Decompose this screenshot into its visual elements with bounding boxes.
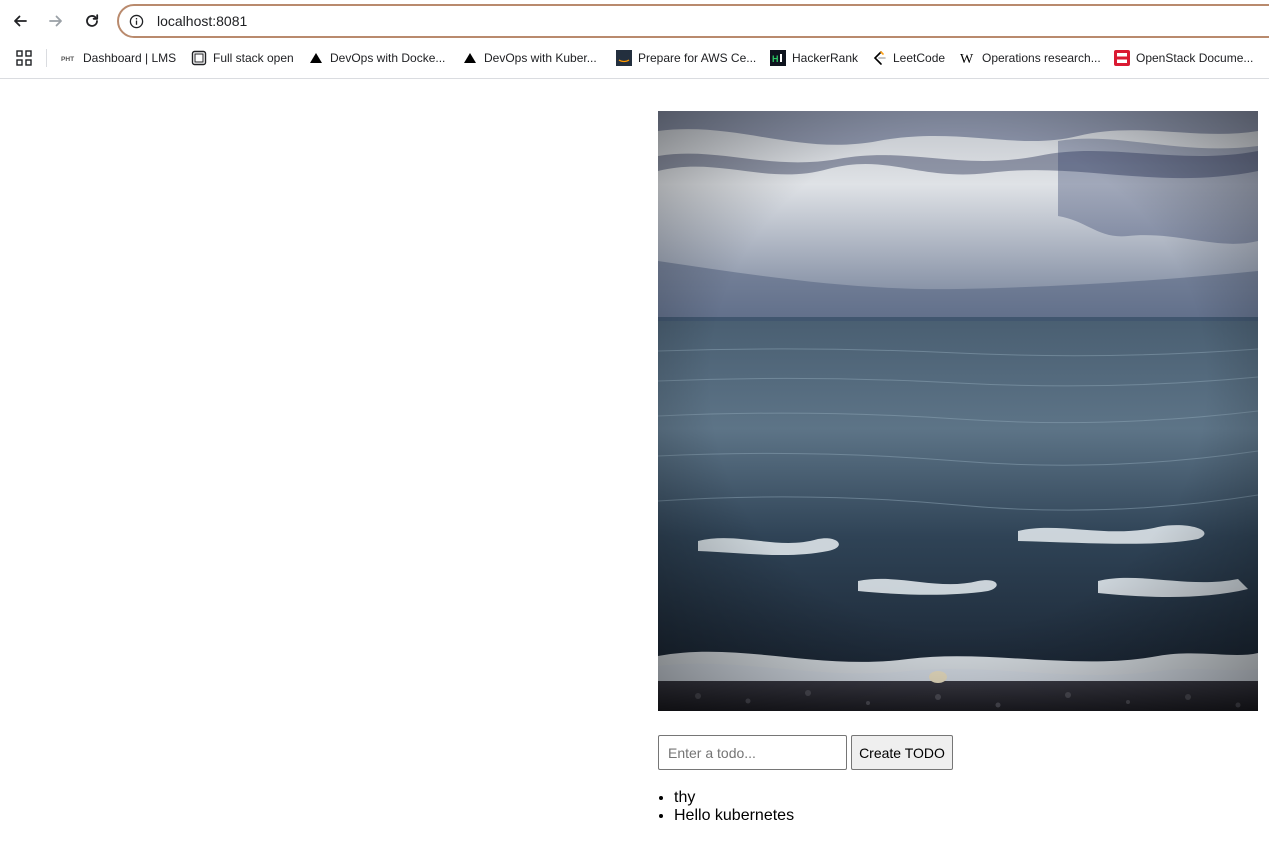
leetcode-icon [871,50,887,66]
browser-chrome: localhost:8081 PHT Dashboard | LMS Full … [0,0,1269,79]
wikipedia-icon: W [960,50,976,66]
address-url[interactable]: localhost:8081 [157,13,247,29]
aws-icon [616,50,632,66]
create-todo-button[interactable]: Create TODO [851,735,953,770]
todo-item: Hello kubernetes [674,807,794,825]
triangle-icon [462,50,478,66]
bookmark-label: OpenStack Docume... [1136,51,1254,65]
todo-input[interactable] [658,735,847,770]
bookmark-label: Dashboard | LMS [83,51,177,65]
hackerrank-icon: H [770,50,786,66]
sea-waves-image [658,111,1258,711]
bookmark-operations-research[interactable]: W Operations research... [960,48,1101,68]
bookmark-openstack[interactable]: OpenStack Docume... [1114,48,1253,68]
bookmark-label: Full stack open [213,51,294,65]
fullstack-icon [191,50,207,66]
bookmark-hackerrank[interactable]: H HackerRank [770,48,858,68]
openstack-icon [1114,50,1130,66]
forward-arrow-icon [49,15,62,27]
svg-text:H: H [772,54,779,64]
bookmark-label: DevOps with Docke... [330,51,446,65]
bookmark-leetcode[interactable]: LeetCode [871,48,945,68]
bookmark-devops-docker[interactable]: DevOps with Docke... [308,48,445,68]
back-button[interactable] [7,8,33,34]
forward-button[interactable] [43,8,69,34]
svg-text:PHT: PHT [61,56,74,63]
bookmark-devops-kubernetes[interactable]: DevOps with Kuber... [462,48,597,68]
bookmark-label: LeetCode [893,51,946,65]
reload-icon [86,14,99,27]
bookmark-label: HackerRank [792,51,859,65]
site-info-icon[interactable] [128,13,144,29]
address-bar[interactable]: localhost:8081 [117,4,1269,38]
bookmarks-divider [46,49,47,67]
reload-button[interactable] [79,8,105,34]
bookmark-dashboard-lms[interactable]: PHT Dashboard | LMS [61,48,176,68]
bookmark-label: DevOps with Kuber... [484,51,597,65]
bookmark-full-stack-open[interactable]: Full stack open [191,48,294,68]
bookmark-aws[interactable]: Prepare for AWS Ce... [616,48,756,68]
triangle-icon [308,50,324,66]
bookmarks-bar: PHT Dashboard | LMS Full stack open DevO… [0,44,1269,72]
svg-text:W: W [960,52,974,65]
bookmark-label: Prepare for AWS Ce... [638,51,757,65]
todo-list: thy Hello kubernetes [674,789,794,825]
todo-item: thy [674,789,794,807]
bookmark-label: Operations research... [982,51,1101,65]
lms-icon: PHT [61,50,77,66]
apps-grid-icon[interactable] [16,50,32,66]
back-arrow-icon [14,15,27,27]
